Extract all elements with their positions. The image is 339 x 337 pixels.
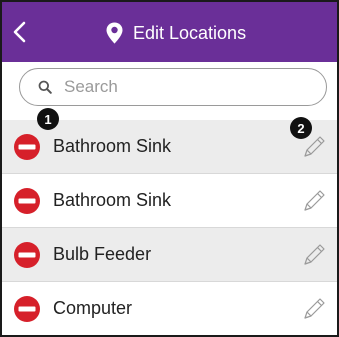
delete-minus-icon[interactable] xyxy=(13,241,41,269)
delete-minus-icon[interactable] xyxy=(13,295,41,323)
callout-badge-2: 2 xyxy=(290,117,312,139)
delete-minus-icon[interactable] xyxy=(13,187,41,215)
pencil-icon[interactable] xyxy=(300,187,328,215)
chevron-left-icon xyxy=(13,21,26,43)
app-frame: Edit Locations 1 2 Bathroom Sink xyxy=(0,0,339,337)
list-item-label: Bathroom Sink xyxy=(53,136,172,156)
pencil-icon[interactable] xyxy=(300,241,328,269)
list-item-label: Bulb Feeder xyxy=(53,244,152,264)
back-button[interactable] xyxy=(11,20,29,44)
list-item[interactable]: Bathroom Sink xyxy=(2,174,337,228)
delete-minus-icon[interactable] xyxy=(13,133,41,161)
search-field[interactable] xyxy=(19,68,327,106)
page-title: Edit Locations xyxy=(133,22,247,43)
search-icon xyxy=(38,80,52,94)
list-item-label: Bathroom Sink xyxy=(53,190,172,210)
list-item[interactable]: Computer xyxy=(2,282,337,335)
list-item-label: Computer xyxy=(53,298,133,318)
pencil-icon[interactable] xyxy=(300,295,328,323)
list-item[interactable]: Bulb Feeder xyxy=(2,228,337,282)
search-input[interactable] xyxy=(64,77,304,97)
locations-list: Bathroom Sink Bathroom Sink Bulb Feeder … xyxy=(2,120,337,335)
header-title-group: Edit Locations xyxy=(106,20,246,46)
header-bar: Edit Locations xyxy=(2,2,337,62)
callout-badge-1: 1 xyxy=(37,108,59,130)
location-pin-icon xyxy=(106,22,123,44)
